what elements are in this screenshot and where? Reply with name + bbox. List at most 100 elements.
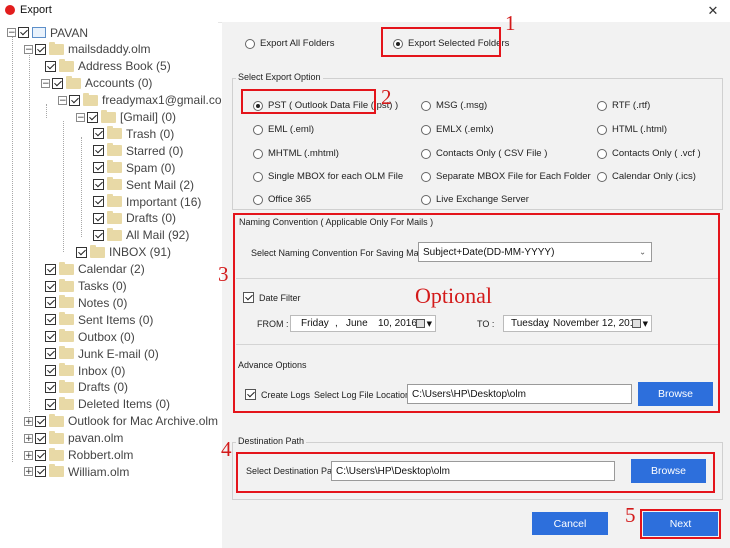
tree-checkbox[interactable] [93,179,104,191]
tree-checkbox[interactable] [93,212,104,224]
tree-item-address-book-5[interactable]: Address Book (5) [45,58,171,75]
close-button[interactable]: ✕ [704,2,722,20]
expand-icon[interactable]: + [24,467,33,477]
radio-button[interactable] [421,194,431,205]
create-logs-toggle[interactable]: Create Logs [245,389,310,400]
tree-checkbox[interactable] [35,449,46,461]
radio-button[interactable] [421,148,431,159]
tree-item-notes-0[interactable]: Notes (0) [45,294,127,311]
radio-button[interactable] [421,171,431,182]
tree-checkbox[interactable] [45,60,56,72]
calendar-icon[interactable]: ▼ [415,319,432,328]
radio-button[interactable] [253,194,263,205]
tree-checkbox[interactable] [76,246,87,258]
to-date-picker[interactable]: Tuesday , November 12, 2019 ▼ [503,315,652,332]
export-option-11[interactable]: Calendar Only (.ics) [597,171,696,182]
tree-checkbox[interactable] [45,398,56,410]
tree-item-drafts-0[interactable]: Drafts (0) [45,379,128,396]
tree-checkbox[interactable] [35,432,46,444]
tree-item-gmail-0[interactable]: − [Gmail] (0) [76,109,176,126]
tree-item-drafts-0[interactable]: Drafts (0) [93,210,176,227]
tree-checkbox[interactable] [45,365,56,376]
export-option-5[interactable]: HTML (.html) [597,124,667,135]
expand-icon[interactable]: + [24,433,33,443]
radio-button[interactable] [253,148,263,159]
radio-button[interactable] [253,171,263,182]
export-all-radio[interactable]: Export All Folders [245,38,334,49]
export-option-4[interactable]: EMLX (.emlx) [421,124,494,135]
tree-checkbox[interactable] [35,43,46,55]
export-option-7[interactable]: Contacts Only ( CSV File ) [421,148,547,159]
tree-checkbox[interactable] [93,128,104,140]
tree-checkbox[interactable] [45,314,56,326]
date-filter-toggle[interactable]: Date Filter [243,292,301,303]
collapse-icon[interactable]: − [24,44,33,54]
destination-browse-button[interactable]: Browse [631,459,706,483]
tree-checkbox[interactable] [18,27,29,38]
tree-item-calendar-2[interactable]: Calendar (2) [45,261,145,278]
date-filter-checkbox[interactable] [243,292,254,303]
collapse-icon[interactable]: − [58,95,67,105]
tree-checkbox[interactable] [87,111,98,123]
expand-icon[interactable]: + [24,416,33,426]
radio-button[interactable] [597,100,607,111]
radio-button[interactable] [421,124,431,135]
tree-checkbox[interactable] [93,229,104,241]
tree-checkbox[interactable] [93,145,104,157]
tree-item-accounts-0[interactable]: − Accounts (0) [41,75,152,92]
tree-item-william-olm[interactable]: + William.olm [24,463,129,480]
expand-icon[interactable]: + [24,450,33,460]
tree-checkbox[interactable] [35,415,46,427]
tree-item-sent-items-0[interactable]: Sent Items (0) [45,311,153,328]
radio-button[interactable] [253,124,263,135]
tree-checkbox[interactable] [93,162,104,174]
tree-checkbox[interactable] [45,263,56,275]
tree-item-robbert-olm[interactable]: + Robbert.olm [24,447,133,464]
tree-checkbox[interactable] [35,466,46,478]
log-path-input[interactable]: C:\Users\HP\Desktop\olm [407,384,632,404]
tree-item-deleted-items-0[interactable]: Deleted Items (0) [45,396,170,413]
radio-button[interactable] [597,148,607,159]
tree-item-inbox-0[interactable]: Inbox (0) [45,362,125,379]
tree-checkbox[interactable] [93,196,104,207]
radio-button[interactable] [597,171,607,182]
naming-convention-select[interactable]: Subject+Date(DD-MM-YYYY) ⌄ [418,242,652,262]
tree-checkbox[interactable] [52,77,63,89]
radio-button[interactable] [421,100,431,111]
tree-checkbox[interactable] [69,94,80,106]
export-option-1[interactable]: MSG (.msg) [421,100,487,111]
export-option-12[interactable]: Office 365 [253,194,311,205]
tree-item-sent-mail-2[interactable]: Sent Mail (2) [93,176,194,193]
tree-checkbox[interactable] [45,331,56,343]
collapse-icon[interactable]: − [76,112,85,122]
tree-item-freadymax1-gmail-com[interactable]: − freadymax1@gmail.com [58,92,232,109]
tree-item-outlook-for-mac-archive-olm[interactable]: + Outlook for Mac Archive.olm [24,413,218,430]
export-option-10[interactable]: Separate MBOX File for Each Folder [421,171,591,182]
from-date-picker[interactable]: Friday , June 10, 2016 ▼ [290,315,436,332]
tree-checkbox[interactable] [45,381,56,393]
export-option-9[interactable]: Single MBOX for each OLM File [253,171,403,182]
tree-item-spam-0[interactable]: Spam (0) [93,159,175,176]
tree-item-trash-0[interactable]: Trash (0) [93,125,174,142]
tree-item-tasks-0[interactable]: Tasks (0) [45,278,127,295]
calendar-icon[interactable]: ▼ [631,319,648,328]
tree-checkbox[interactable] [45,297,56,309]
collapse-icon[interactable]: − [41,78,50,88]
export-option-8[interactable]: Contacts Only ( .vcf ) [597,148,701,159]
export-option-6[interactable]: MHTML (.mhtml) [253,148,339,159]
tree-item-outbox-0[interactable]: Outbox (0) [45,328,135,345]
cancel-button[interactable]: Cancel [532,512,608,535]
tree-item-pavan-olm[interactable]: + pavan.olm [24,430,123,447]
tree-item-pavan[interactable]: − PAVAN [7,24,88,41]
tree-checkbox[interactable] [45,348,56,360]
tree-item-inbox-91[interactable]: INBOX (91) [76,244,171,261]
export-option-3[interactable]: EML (.eml) [253,124,314,135]
radio-button[interactable] [597,124,607,135]
log-browse-button[interactable]: Browse [638,382,713,406]
create-logs-checkbox[interactable] [245,389,256,400]
collapse-icon[interactable]: − [7,28,16,38]
destination-path-input[interactable]: C:\Users\HP\Desktop\olm [331,461,615,481]
tree-item-starred-0[interactable]: Starred (0) [93,142,183,159]
radio-export-all[interactable] [245,38,255,49]
tree-item-junk-e-mail-0[interactable]: Junk E-mail (0) [45,345,159,362]
